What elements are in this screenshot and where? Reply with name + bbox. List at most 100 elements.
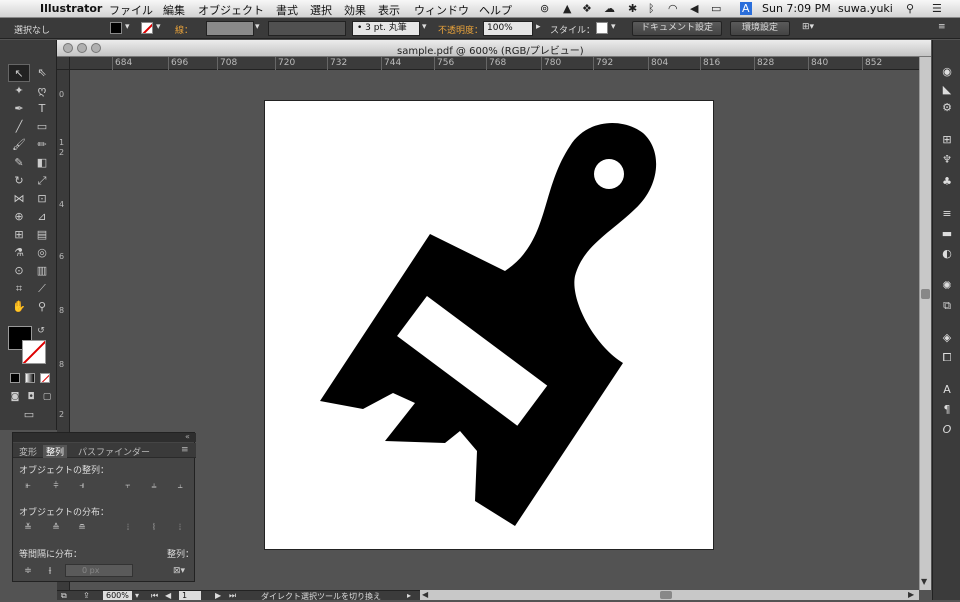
input-method-icon[interactable]: A (740, 2, 752, 15)
mesh-tool-icon[interactable]: ⊞ (8, 226, 30, 244)
screen-mode-icon[interactable]: ▭ (18, 406, 40, 424)
stroke-dropdown-icon[interactable]: ▾ (156, 22, 161, 32)
eraser-tool-icon[interactable]: ◧ (31, 154, 53, 172)
volume-icon[interactable]: ◀ (690, 2, 698, 15)
draw-normal-icon[interactable]: ◙ (8, 388, 22, 406)
distribute-hspace-icon[interactable]: ⫲ (43, 565, 57, 577)
horizontal-ruler[interactable]: 684 696 708 720 732 744 756 768 780 792 … (70, 57, 920, 70)
distribute-right-icon[interactable]: ⦙ (173, 522, 187, 534)
dropbox-icon[interactable]: ❖ (582, 2, 592, 15)
draw-behind-icon[interactable]: ◘ (24, 388, 38, 406)
gradient-panel-icon[interactable]: ▬ (939, 226, 955, 242)
transparency-panel-icon[interactable]: ◐ (939, 246, 955, 262)
column-graph-tool-icon[interactable]: ▥ (31, 262, 53, 280)
tab-pathfinder[interactable]: パスファインダー (78, 445, 150, 458)
document-settings-button[interactable]: ドキュメント設定 (632, 21, 722, 36)
shape-builder-tool-icon[interactable]: ⊕ (8, 208, 30, 226)
zoom-dropdown-icon[interactable]: ▾ (135, 591, 139, 600)
minimize-window-icon[interactable] (77, 43, 87, 53)
symbols-panel-icon[interactable]: ♣ (939, 174, 955, 190)
pen-tool-icon[interactable]: ✒ (8, 100, 30, 118)
artboard[interactable] (264, 100, 714, 550)
prev-artboard-icon[interactable]: ◀ (165, 591, 171, 600)
character-panel-icon[interactable]: A (939, 382, 955, 398)
status-menu-icon[interactable]: ▸ (407, 591, 411, 600)
vertical-scroll-thumb[interactable] (921, 289, 930, 299)
graphic-styles-icon[interactable]: ⧉ (939, 298, 955, 314)
preferences-button[interactable]: 環境設定 (730, 21, 790, 36)
artboard-number-field[interactable]: 1 (179, 591, 202, 600)
menu-help[interactable]: ヘルプ (479, 2, 512, 18)
next-artboard-icon[interactable]: ▶ (215, 591, 221, 600)
align-hcenter-icon[interactable]: ⫩ (49, 480, 63, 492)
artboard-tool-icon[interactable]: ⌗ (8, 280, 30, 298)
rectangle-tool-icon[interactable]: ▭ (31, 118, 53, 136)
align-to-selector-icon[interactable]: ⊠▾ (169, 565, 189, 577)
magic-wand-tool-icon[interactable]: ✦ (8, 82, 30, 100)
scroll-down-icon[interactable]: ▼ (921, 577, 927, 586)
free-transform-tool-icon[interactable]: ⊡ (31, 190, 53, 208)
distribute-bottom-icon[interactable]: ≘ (75, 522, 89, 534)
brush-field[interactable]: • 3 pt. 丸筆 (352, 21, 420, 36)
distribute-left-icon[interactable]: ⦙ (121, 522, 135, 534)
ruler-origin[interactable] (57, 57, 70, 70)
opacity-field[interactable]: 100% (483, 21, 533, 36)
paragraph-panel-icon[interactable]: ¶ (939, 402, 955, 418)
color-panel-icon[interactable]: ◉ (939, 64, 955, 80)
style-dropdown-icon[interactable]: ▾ (611, 22, 616, 32)
bluetooth-icon[interactable]: ᛒ (648, 2, 655, 15)
distribute-hcenter-icon[interactable]: ⦚ (147, 522, 161, 534)
bell-icon[interactable]: ▲ (563, 2, 571, 15)
close-window-icon[interactable] (63, 43, 73, 53)
status-hint[interactable]: ダイレクト選択ツールを切り換え (261, 591, 381, 602)
selection-tool-icon[interactable]: ↖ (8, 64, 30, 82)
artboards-panel-icon[interactable]: ⧠ (939, 350, 955, 366)
scroll-right-icon[interactable]: ▶ (908, 590, 914, 599)
menu-edit[interactable]: 編集 (163, 2, 185, 18)
blob-brush-tool-icon[interactable]: ✎ (8, 154, 30, 172)
none-mode-icon[interactable] (40, 373, 50, 383)
appearance-panel-icon[interactable]: ✺ (939, 278, 955, 294)
align-bottom-icon[interactable]: ⫠ (173, 480, 187, 492)
symbol-sprayer-tool-icon[interactable]: ⊙ (8, 262, 30, 280)
opacity-arrow-icon[interactable]: ▸ (536, 22, 541, 32)
stroke-panel-icon[interactable]: ≡ (939, 206, 955, 222)
horizontal-scrollbar[interactable]: ◀ ▶ (420, 590, 919, 600)
user-name[interactable]: suwa.yuki (838, 2, 893, 15)
color-guide-icon[interactable]: ◣ (939, 82, 955, 98)
zoom-field[interactable]: 600% (103, 591, 132, 600)
direct-selection-tool-icon[interactable]: ⇖ (31, 64, 53, 82)
align-left-icon[interactable]: ⫦ (21, 480, 35, 492)
line-tool-icon[interactable]: ╱ (8, 118, 30, 136)
distribute-vcenter-icon[interactable]: ≙ (49, 522, 63, 534)
recolor-icon[interactable]: ⚙ (939, 100, 955, 116)
hand-tool-icon[interactable]: ✋ (8, 298, 30, 316)
stroke-swatch[interactable] (141, 22, 153, 34)
variable-width-field[interactable] (268, 21, 346, 36)
draw-inside-icon[interactable]: ▢ (40, 388, 54, 406)
zoom-tool-icon[interactable]: ⚲ (31, 298, 53, 316)
tab-transform[interactable]: 変形 (19, 445, 37, 458)
width-tool-icon[interactable]: ⋈ (8, 190, 30, 208)
share-icon[interactable]: ⇪ (83, 591, 90, 600)
layers-panel-icon[interactable]: ◈ (939, 330, 955, 346)
perspective-grid-tool-icon[interactable]: ⊿ (31, 208, 53, 226)
align-right-icon[interactable]: ⫣ (75, 480, 89, 492)
stroke-weight-field[interactable] (206, 21, 254, 36)
opacity-label[interactable]: 不透明度： (438, 23, 483, 36)
menu-type[interactable]: 書式 (276, 2, 298, 18)
arrange-documents-icon[interactable]: ⊞▾ (802, 22, 814, 32)
pencil-tool-icon[interactable]: ✏ (31, 136, 53, 154)
distribute-vspace-icon[interactable]: ≑ (21, 565, 35, 577)
spotlight-icon[interactable]: ⚲ (906, 2, 914, 15)
panel-header[interactable]: « (13, 432, 196, 442)
opentype-panel-icon[interactable]: O (939, 422, 955, 438)
wifi-icon[interactable]: ◠ (668, 2, 678, 15)
panel-menu-icon[interactable]: ≡ (181, 445, 189, 455)
align-vcenter-icon[interactable]: ⫨ (147, 480, 161, 492)
lasso-tool-icon[interactable]: ღ (31, 82, 53, 100)
tab-align[interactable]: 整列 (43, 445, 68, 458)
clock[interactable]: Sun 7:09 PM (762, 2, 831, 15)
swap-fill-stroke-icon[interactable]: ↺ (34, 322, 48, 340)
brushes-panel-icon[interactable]: ♆ (939, 152, 955, 168)
